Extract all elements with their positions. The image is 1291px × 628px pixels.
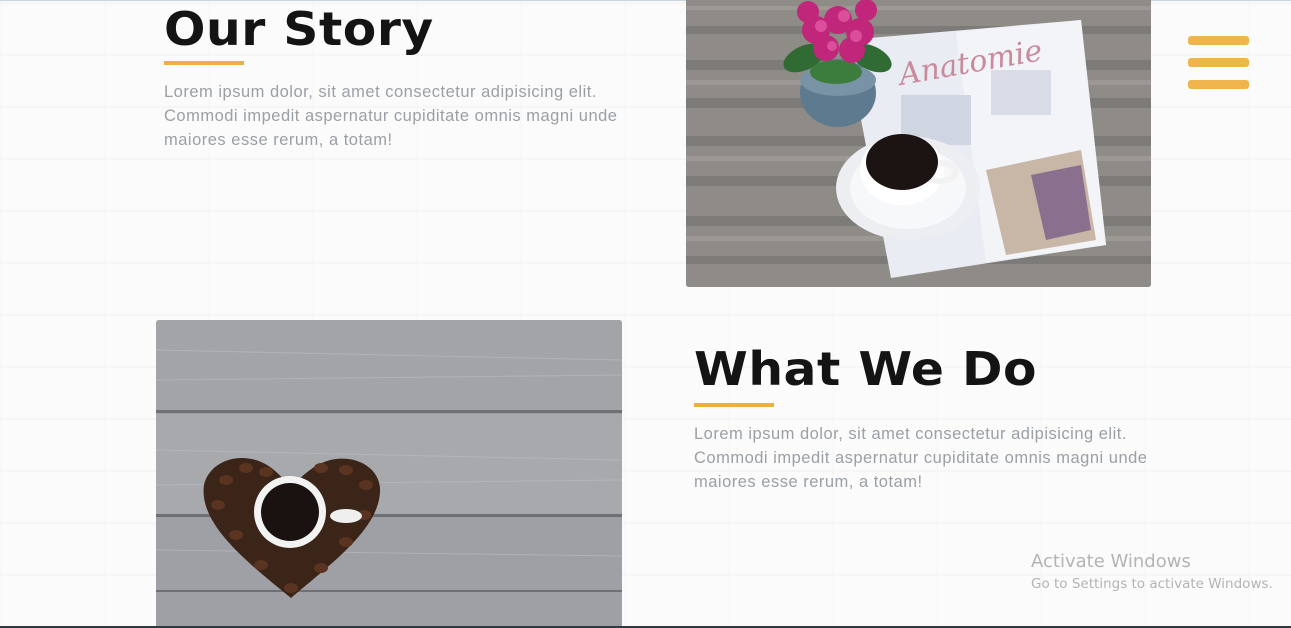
hamburger-menu-button[interactable]	[1186, 34, 1250, 92]
what-we-do-text: Lorem ipsum dolor, sit amet consectetur …	[694, 425, 1148, 491]
our-story-text: Lorem ipsum dolor, sit amet consectetur …	[164, 83, 618, 149]
our-story-title: Our Story	[164, 2, 434, 56]
our-story-title-underline	[164, 61, 244, 65]
what-we-do-title: What We Do	[694, 342, 1038, 396]
windows-activation-watermark: Activate Windows Go to Settings to activ…	[1031, 550, 1273, 594]
menu-bar-middle	[1188, 58, 1249, 67]
watermark-title: Activate Windows	[1031, 551, 1191, 572]
coffee-and-magazine-photo: Anatomie	[686, 0, 1151, 287]
menu-bar-top	[1188, 36, 1249, 45]
watermark-subtitle: Go to Settings to activate Windows.	[1031, 576, 1273, 592]
what-we-do-title-underline	[694, 403, 774, 407]
menu-bar-bottom	[1188, 80, 1249, 89]
coffee-bean-heart-photo	[156, 320, 622, 628]
